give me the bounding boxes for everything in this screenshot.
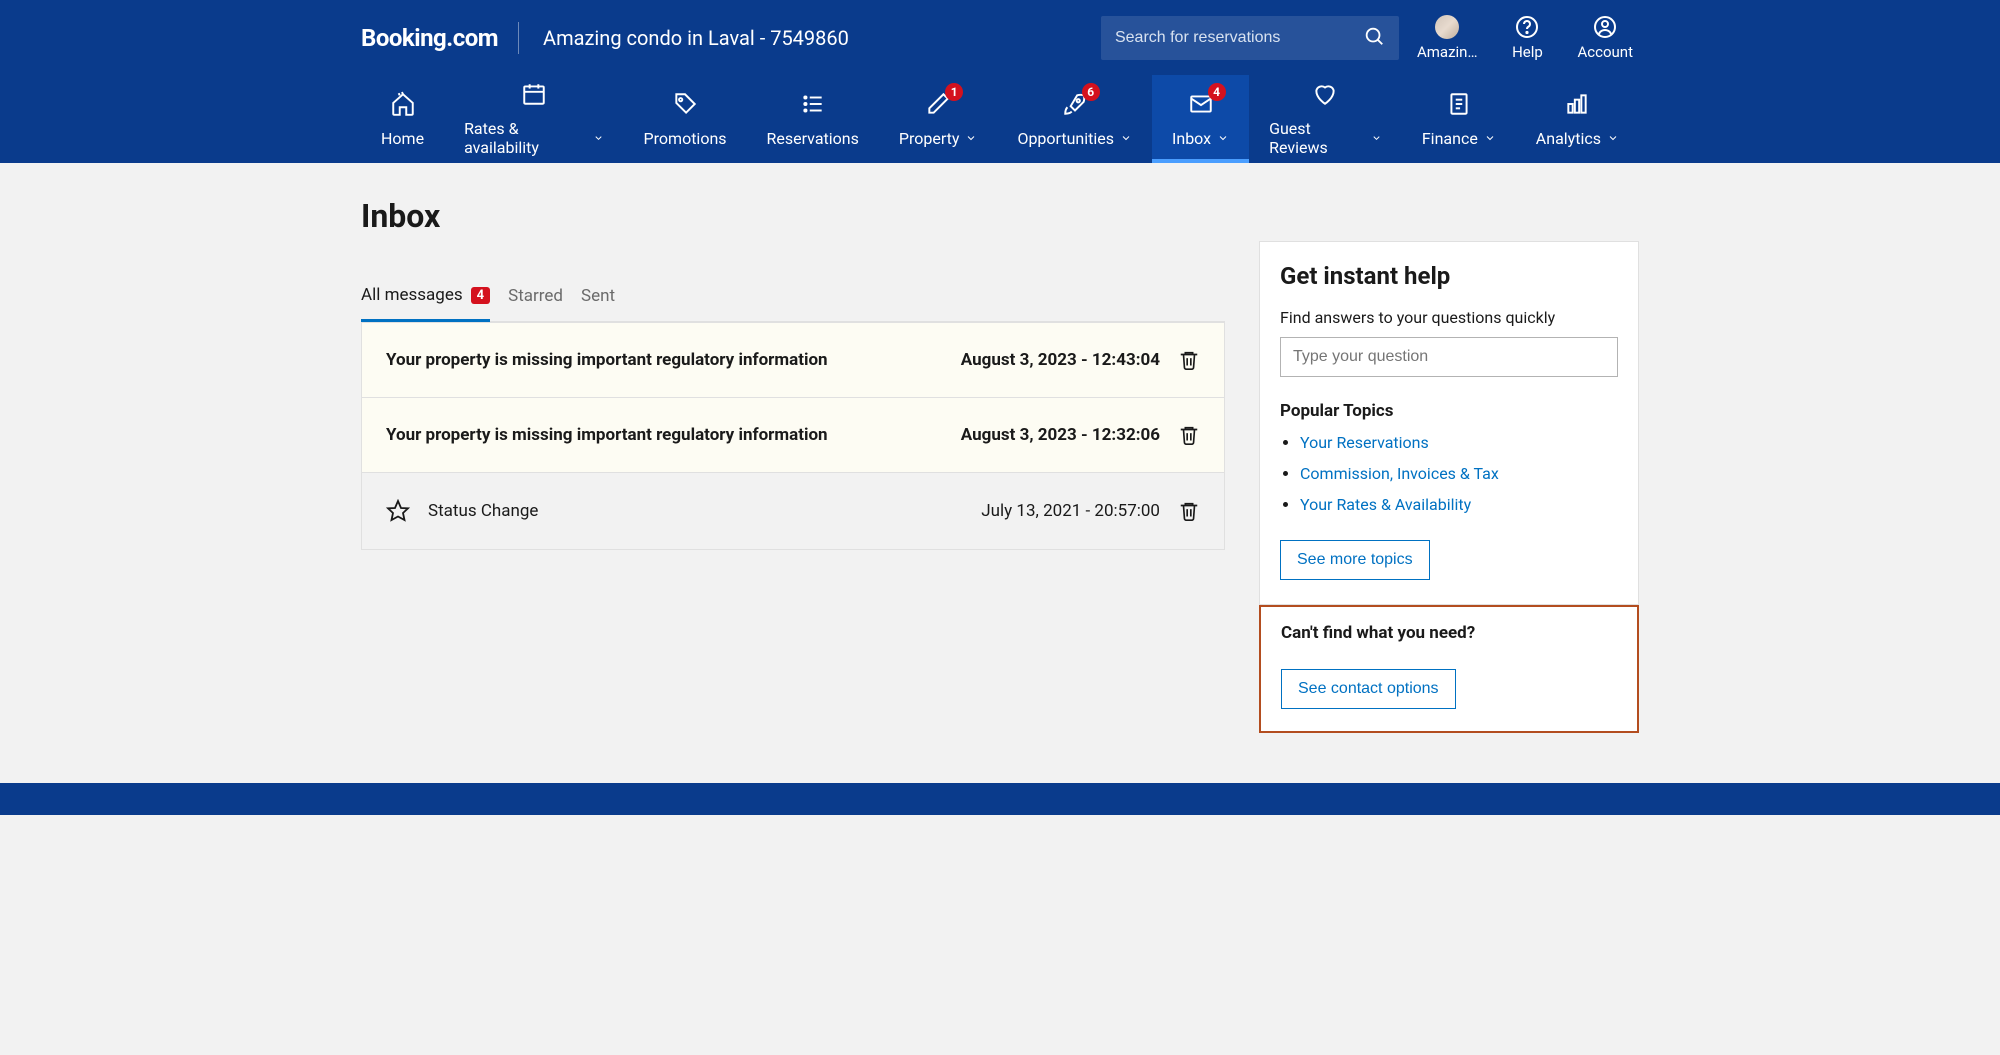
account-menu[interactable]: Account — [1571, 11, 1639, 65]
property-name[interactable]: Amazing condo in Laval - 7549860 — [543, 26, 849, 50]
list-item: Your Rates & Availability — [1300, 495, 1618, 514]
help-menu[interactable]: Help — [1495, 11, 1559, 65]
nav-inbox-label: Inbox — [1172, 129, 1211, 148]
chevron-down-icon — [965, 132, 977, 144]
message-row[interactable]: Your property is missing important regul… — [362, 322, 1224, 397]
reservations-badge: 1 — [945, 83, 963, 101]
nav-reservations[interactable]: Reservations — [747, 75, 879, 163]
nav-home[interactable]: Home — [361, 75, 444, 163]
nav-analytics-label: Analytics — [1536, 129, 1601, 148]
chevron-down-icon — [1607, 132, 1619, 144]
chevron-down-icon — [1217, 132, 1229, 144]
user-menu[interactable]: Amazin… — [1411, 11, 1484, 65]
chart-icon — [1564, 91, 1590, 117]
home-icon — [390, 91, 416, 117]
opportunities-badge: 6 — [1082, 83, 1100, 101]
tab-all-count: 4 — [471, 287, 490, 304]
chevron-down-icon — [1484, 132, 1496, 144]
message-date: August 3, 2023 - 12:43:04 — [961, 350, 1160, 370]
message-subject: Your property is missing important regul… — [386, 425, 943, 445]
cant-find-title: Can't find what you need? — [1281, 623, 1617, 643]
chevron-down-icon — [1120, 132, 1132, 144]
calendar-icon — [521, 81, 547, 107]
message-subject: Status Change — [428, 501, 963, 521]
help-subtitle: Find answers to your questions quickly — [1280, 308, 1618, 327]
navbar: Home Rates & availability Promotions Res… — [0, 75, 2000, 163]
nav-guest-reviews-label: Guest Reviews — [1269, 119, 1365, 157]
message-date: July 13, 2021 - 20:57:00 — [981, 501, 1160, 521]
tab-all-messages[interactable]: All messages 4 — [361, 275, 490, 322]
see-more-topics-button[interactable]: See more topics — [1280, 540, 1430, 580]
account-icon — [1593, 15, 1617, 39]
nav-property-label: Property — [899, 129, 960, 148]
content: Inbox All messages 4 Starred Sent Your p… — [345, 163, 1655, 783]
contact-box: Can't find what you need? See contact op… — [1259, 605, 1639, 733]
nav-home-label: Home — [381, 129, 424, 148]
tab-all-label: All messages — [361, 285, 463, 305]
search-bar[interactable] — [1101, 16, 1399, 60]
nav-rates-label: Rates & availability — [464, 119, 586, 157]
star-icon[interactable] — [386, 499, 410, 523]
nav-guest-reviews[interactable]: Guest Reviews — [1249, 75, 1402, 163]
topic-link[interactable]: Commission, Invoices & Tax — [1300, 464, 1499, 483]
help-panel: Get instant help Find answers to your qu… — [1259, 241, 1639, 733]
chevron-down-icon — [1371, 132, 1382, 144]
footer — [0, 783, 2000, 815]
topbar: Booking.com Amazing condo in Laval - 754… — [0, 0, 2000, 75]
nav-finance-label: Finance — [1422, 129, 1478, 148]
list-item: Your Reservations — [1300, 433, 1618, 452]
nav-property[interactable]: 1 Property — [879, 75, 998, 163]
help-label: Help — [1512, 43, 1543, 61]
tabs: All messages 4 Starred Sent — [361, 275, 1225, 322]
nav-opportunities[interactable]: 6 Opportunities — [997, 75, 1152, 163]
topic-link[interactable]: Your Rates & Availability — [1300, 495, 1471, 514]
trash-icon[interactable] — [1178, 500, 1200, 522]
inbox-badge: 4 — [1208, 83, 1226, 101]
account-label: Account — [1577, 43, 1633, 61]
see-contact-options-button[interactable]: See contact options — [1281, 669, 1456, 709]
help-title: Get instant help — [1280, 262, 1618, 290]
nav-opportunities-label: Opportunities — [1017, 129, 1114, 148]
logo[interactable]: Booking.com — [361, 22, 519, 54]
trash-icon[interactable] — [1178, 349, 1200, 371]
message-row[interactable]: Your property is missing important regul… — [362, 397, 1224, 472]
list-item: Commission, Invoices & Tax — [1300, 464, 1618, 483]
help-icon — [1515, 15, 1539, 39]
tab-sent[interactable]: Sent — [581, 276, 615, 320]
list-icon — [800, 91, 826, 117]
tab-starred[interactable]: Starred — [508, 276, 563, 320]
nav-promotions-label: Promotions — [644, 129, 727, 148]
heart-icon — [1312, 81, 1338, 107]
search-input[interactable] — [1115, 29, 1363, 47]
nav-promotions[interactable]: Promotions — [624, 75, 747, 163]
topic-link[interactable]: Your Reservations — [1300, 433, 1429, 452]
user-label: Amazin… — [1417, 43, 1478, 61]
main-column: Inbox All messages 4 Starred Sent Your p… — [361, 197, 1225, 550]
help-question-input[interactable] — [1280, 337, 1618, 377]
popular-topics-list: Your Reservations Commission, Invoices & … — [1280, 433, 1618, 514]
logo-text: Booking.com — [361, 24, 498, 52]
tag-icon — [672, 91, 698, 117]
avatar — [1435, 15, 1459, 39]
chevron-down-icon — [593, 132, 604, 144]
popular-topics-title: Popular Topics — [1280, 401, 1618, 421]
document-icon — [1446, 91, 1472, 117]
nav-finance[interactable]: Finance — [1402, 75, 1516, 163]
message-subject: Your property is missing important regul… — [386, 350, 943, 370]
trash-icon[interactable] — [1178, 424, 1200, 446]
search-icon[interactable] — [1363, 25, 1385, 51]
message-date: August 3, 2023 - 12:32:06 — [961, 425, 1160, 445]
nav-rates[interactable]: Rates & availability — [444, 75, 623, 163]
message-row[interactable]: Status Change July 13, 2021 - 20:57:00 — [362, 472, 1224, 549]
nav-inbox[interactable]: 4 Inbox — [1152, 75, 1249, 163]
page-title: Inbox — [361, 197, 1225, 235]
nav-analytics[interactable]: Analytics — [1516, 75, 1639, 163]
message-list: Your property is missing important regul… — [361, 322, 1225, 550]
nav-reservations-label: Reservations — [767, 129, 859, 148]
